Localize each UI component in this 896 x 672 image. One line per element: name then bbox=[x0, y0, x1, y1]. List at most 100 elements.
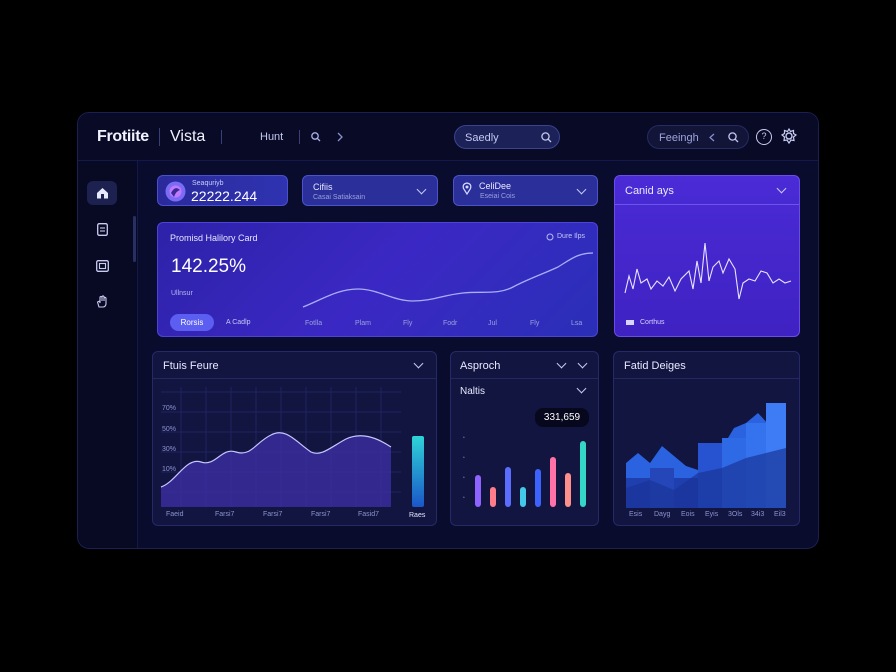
hero-month: Plam bbox=[355, 320, 371, 327]
x-tick: Eil3 bbox=[774, 511, 786, 518]
violet-divider bbox=[615, 204, 799, 205]
stat-card[interactable]: Seaquriyb 22222.244 bbox=[157, 175, 288, 206]
nav-divider bbox=[221, 130, 222, 144]
hero-month: Fodr bbox=[443, 320, 458, 327]
sidebar-item-hand[interactable] bbox=[87, 289, 117, 313]
field-divider bbox=[614, 378, 799, 379]
hero-action[interactable]: Dure Ilps bbox=[557, 233, 585, 240]
bar[interactable] bbox=[565, 473, 571, 507]
nav-item-hunt[interactable]: Hunt bbox=[260, 131, 283, 143]
image-icon bbox=[95, 260, 109, 272]
search-icon[interactable] bbox=[728, 132, 739, 143]
bar[interactable] bbox=[580, 441, 586, 507]
violet-title: Canid ays bbox=[625, 185, 674, 197]
nav-divider-2 bbox=[299, 130, 300, 144]
sidebar-item-documents[interactable] bbox=[87, 217, 117, 241]
filter-label: Feeingh bbox=[659, 132, 699, 144]
fluid-area-chart bbox=[160, 387, 401, 507]
tab-rorsis[interactable]: Rorsis bbox=[170, 314, 214, 331]
violet-line-chart bbox=[624, 242, 792, 300]
bar[interactable] bbox=[505, 467, 511, 507]
violet-card: Canid ays Corthus bbox=[614, 175, 800, 337]
fluid-panel: Ftuis Feure 70% 50% 30% 10% Faeid Farsi7… bbox=[152, 351, 437, 526]
hero-month: Fotlla bbox=[305, 320, 323, 327]
legend-swatch bbox=[626, 320, 634, 325]
select-two-subtitle: Eseiai Cois bbox=[480, 193, 516, 200]
chevron-down-icon[interactable] bbox=[576, 383, 587, 394]
x-tick: Faeid bbox=[166, 511, 184, 518]
y-tick: • bbox=[463, 435, 465, 441]
search-icon[interactable] bbox=[311, 132, 321, 142]
x-tick: Farsi7 bbox=[311, 511, 331, 518]
x-tick: Esis bbox=[629, 511, 643, 518]
chevron-down-icon[interactable] bbox=[577, 358, 588, 369]
fluid-side-bar bbox=[412, 436, 424, 507]
x-tick: Farsi7 bbox=[263, 511, 283, 518]
stat-caption: Seaquriyb bbox=[192, 180, 224, 187]
gear-icon[interactable] bbox=[780, 127, 798, 145]
brand-secondary: Vista bbox=[170, 128, 206, 145]
x-tick: 3Ols bbox=[728, 511, 743, 518]
aspect-panel: Asproch Naltis 331,659 • • • • bbox=[450, 351, 599, 526]
select-one-title: Cifiis bbox=[313, 182, 333, 192]
brand-divider bbox=[159, 128, 160, 146]
hero-month: Fly bbox=[403, 320, 413, 327]
field-area-chart bbox=[626, 403, 786, 508]
chevron-down-icon[interactable] bbox=[413, 358, 424, 369]
chevron-down-icon[interactable] bbox=[776, 183, 787, 194]
chevron-down-icon[interactable] bbox=[556, 358, 567, 369]
sidebar-item-gallery[interactable] bbox=[87, 254, 117, 278]
y-tick: • bbox=[463, 475, 465, 481]
search-label: Saedly bbox=[465, 132, 499, 144]
aspect-subtitle: Naltis bbox=[460, 386, 486, 397]
hero-month: Jul bbox=[488, 320, 497, 327]
aspect-divider bbox=[451, 378, 598, 379]
search-input[interactable]: Saedly bbox=[454, 125, 560, 149]
bar[interactable] bbox=[475, 475, 481, 507]
stat-value: 22222.244 bbox=[191, 188, 258, 204]
hero-card: Promisd Halilory Card Dure Ilps 142.25% … bbox=[157, 222, 598, 337]
y-tick: • bbox=[463, 455, 465, 461]
brand-logo[interactable]: Frotiite bbox=[97, 128, 149, 146]
hero-month: Fly bbox=[530, 320, 540, 327]
bar[interactable] bbox=[535, 469, 541, 507]
home-icon bbox=[96, 188, 108, 199]
dashboard-window: Frotiite Vista Hunt Saedly Feeingh ? Sea… bbox=[77, 112, 819, 549]
select-one-subtitle: Casai Satiaksain bbox=[313, 194, 366, 201]
tab-cadlp[interactable]: A Cadlp bbox=[226, 319, 251, 326]
sidebar-item-home[interactable] bbox=[87, 181, 117, 205]
hand-icon bbox=[96, 294, 107, 308]
hero-sub: Ullnsur bbox=[171, 290, 193, 297]
bar[interactable] bbox=[490, 487, 496, 507]
bar[interactable] bbox=[550, 457, 556, 507]
aspect-title: Asproch bbox=[460, 360, 501, 372]
x-tick: Eyis bbox=[705, 511, 719, 518]
x-tick: Raes bbox=[409, 512, 426, 519]
select-dropdown-two[interactable]: CeliDee Eseiai Cois bbox=[453, 175, 598, 206]
pin-icon bbox=[462, 182, 472, 196]
x-tick: 34i3 bbox=[751, 511, 765, 518]
chevron-down-icon bbox=[416, 184, 427, 195]
violet-legend: Corthus bbox=[640, 319, 665, 326]
aspect-tooltip: 331,659 bbox=[535, 408, 589, 427]
chevron-right-icon[interactable] bbox=[336, 132, 344, 142]
help-icon[interactable]: ? bbox=[756, 129, 772, 145]
select-two-title: CeliDee bbox=[479, 181, 512, 191]
field-panel: Fatid Deiges Esis Dayg Eois Eyis 3Ols 34… bbox=[613, 351, 800, 526]
chevron-left-icon[interactable] bbox=[709, 133, 715, 142]
fluid-divider bbox=[153, 378, 436, 379]
x-tick: Fasid7 bbox=[358, 511, 380, 518]
refresh-icon[interactable] bbox=[546, 233, 554, 241]
filter-pill[interactable]: Feeingh bbox=[647, 125, 749, 149]
x-tick: Dayg bbox=[654, 511, 671, 518]
chevron-down-icon bbox=[576, 184, 587, 195]
bar[interactable] bbox=[520, 487, 526, 507]
hero-value: 142.25% bbox=[171, 256, 247, 277]
sidebar-scrollbar[interactable] bbox=[133, 216, 136, 262]
y-tick: • bbox=[463, 495, 465, 501]
x-tick: Eois bbox=[681, 511, 695, 518]
search-icon bbox=[541, 132, 552, 143]
hero-month: Lsa bbox=[571, 320, 583, 327]
fluid-title: Ftuis Feure bbox=[163, 360, 219, 372]
select-dropdown-one[interactable]: Cifiis Casai Satiaksain bbox=[302, 175, 438, 206]
